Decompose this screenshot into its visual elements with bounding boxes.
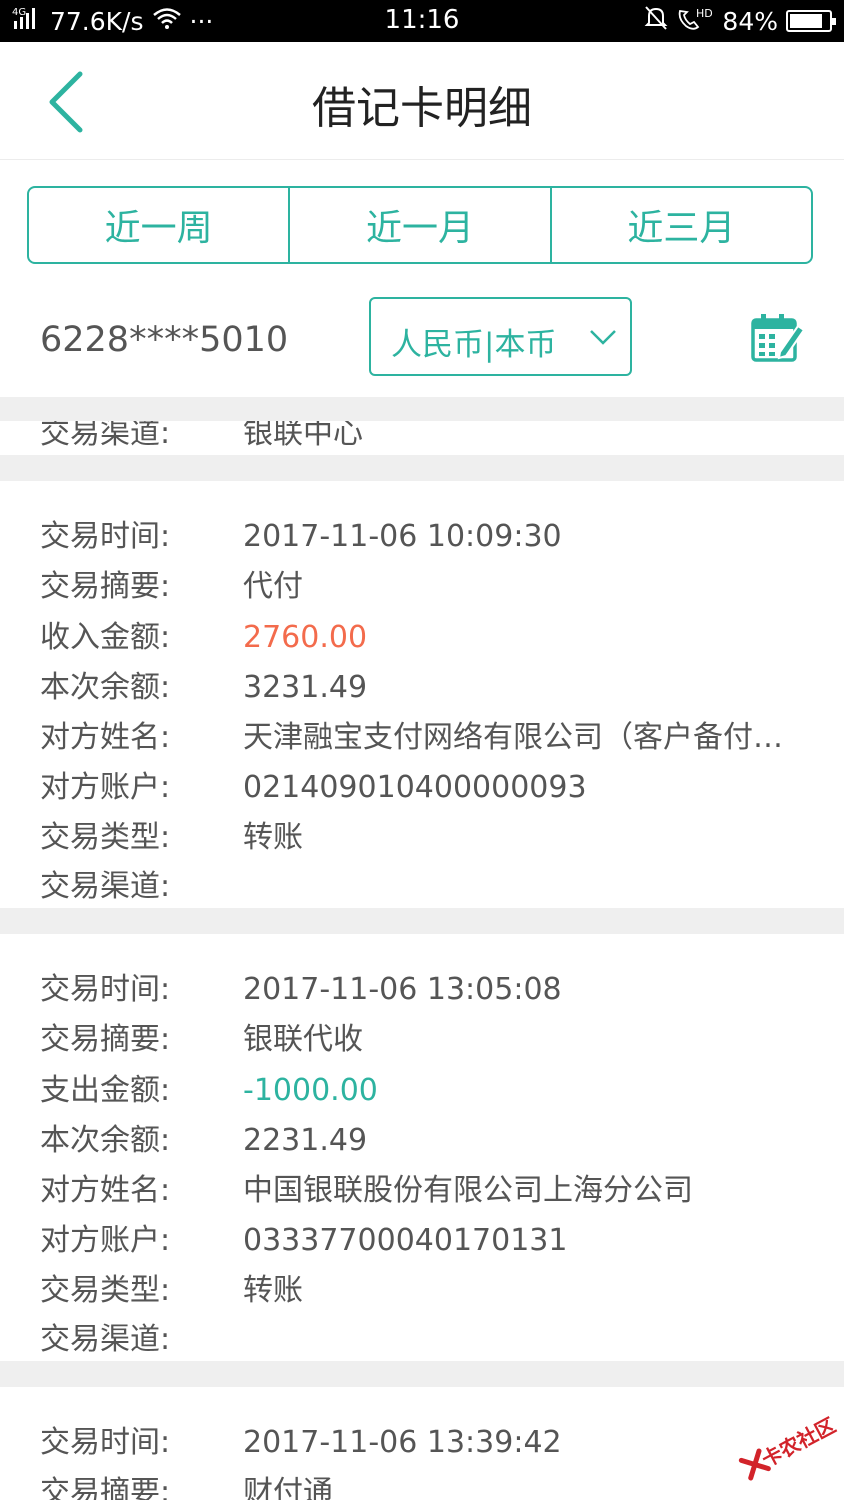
type-value: 转账 (243, 1273, 303, 1308)
counterparty-name: 天津融宝支付网络有限公司（客户备付金） (243, 720, 804, 755)
type-label: 交易类型: (40, 1273, 171, 1308)
calendar-button[interactable] (750, 312, 806, 364)
counterparty-account: 03337700040170131 (243, 1223, 568, 1258)
summary-label: 交易摘要: (40, 1475, 171, 1500)
period-tabs: 近一周 近一月 近三月 (27, 186, 813, 264)
calendar-edit-icon (751, 314, 806, 362)
status-bar: 4G 77.6K/s ··· 11:16 HD 84% (0, 0, 844, 42)
currency-value: 人民币|本币 (391, 327, 557, 363)
time-label: 交易时间: (40, 972, 171, 1007)
tab-last-three-months[interactable]: 近三月 (549, 188, 811, 262)
battery-percent: 84% (722, 6, 778, 36)
hd-call-icon: HD (676, 5, 714, 37)
signal-icon: 4G (12, 5, 42, 37)
account-row: 6228****5010 人民币|本币 (0, 280, 844, 397)
summary-value: 银联代收 (243, 1022, 363, 1057)
record-divider (0, 908, 844, 934)
time-value: 2017-11-06 10:09:30 (243, 519, 562, 554)
record-divider (0, 1361, 844, 1387)
time-label: 交易时间: (40, 1425, 171, 1460)
channel-label: 交易渠道: (40, 421, 171, 451)
type-label: 交易类型: (40, 820, 171, 855)
income-amount: 2760.00 (243, 620, 368, 655)
chevron-down-icon (590, 330, 616, 345)
back-button[interactable] (40, 70, 100, 134)
transaction-record[interactable]: 交易时间: 2017-11-06 13:05:08 交易摘要: 银联代收 支出金… (0, 934, 844, 1361)
tab-last-week[interactable]: 近一周 (29, 188, 288, 262)
balance-value: 2231.49 (243, 1123, 368, 1158)
type-value: 转账 (243, 820, 303, 855)
counterparty-name: 中国银联股份有限公司上海分公司 (243, 1173, 693, 1208)
transaction-record[interactable]: 交易时间: 2017-11-06 13:39:42 交易摘要: 财付通 (0, 1387, 844, 1500)
expense-amount: -1000.00 (243, 1073, 378, 1108)
summary-label: 交易摘要: (40, 1022, 171, 1057)
network-speed: 77.6K/s (50, 6, 144, 36)
card-number: 6228****5010 (40, 320, 289, 360)
svg-text:4G: 4G (12, 7, 26, 18)
summary-value: 财付通 (243, 1475, 333, 1500)
page-title: 借记卡明细 (312, 83, 532, 134)
channel-label: 交易渠道: (40, 869, 171, 904)
counterparty-account: 021409010400000093 (243, 770, 587, 805)
wifi-icon (152, 6, 182, 36)
time-label: 交易时间: (40, 519, 171, 554)
counterparty-account-label: 对方账户: (40, 1223, 171, 1258)
summary-value: 代付 (243, 569, 303, 604)
time-value: 2017-11-06 13:05:08 (243, 972, 562, 1007)
more-dots: ··· (189, 6, 214, 36)
amount-label: 支出金额: (40, 1073, 171, 1108)
counterparty-label: 对方姓名: (40, 720, 171, 755)
summary-label: 交易摘要: (40, 569, 171, 604)
record-divider (0, 455, 844, 481)
transaction-record-partial[interactable]: 交易渠道: 银联中心 (0, 421, 844, 455)
balance-value: 3231.49 (243, 670, 368, 705)
counterparty-account-label: 对方账户: (40, 770, 171, 805)
balance-label: 本次余额: (40, 670, 171, 705)
channel-value: 银联中心 (243, 421, 363, 451)
battery-icon (786, 10, 836, 32)
amount-label: 收入金额: (40, 620, 171, 655)
channel-label: 交易渠道: (40, 1322, 171, 1357)
balance-label: 本次余额: (40, 1123, 171, 1158)
chevron-left-icon (49, 71, 83, 133)
transaction-record[interactable]: 交易时间: 2017-11-06 10:09:30 交易摘要: 代付 收入金额:… (0, 481, 844, 908)
section-divider (0, 397, 844, 421)
svg-text:HD: HD (696, 7, 713, 20)
counterparty-label: 对方姓名: (40, 1173, 171, 1208)
currency-dropdown[interactable]: 人民币|本币 (369, 297, 632, 376)
header: 借记卡明细 (0, 42, 844, 160)
mute-bell-icon (644, 5, 668, 37)
tab-last-month[interactable]: 近一月 (288, 188, 549, 262)
time-value: 2017-11-06 13:39:42 (243, 1425, 562, 1460)
